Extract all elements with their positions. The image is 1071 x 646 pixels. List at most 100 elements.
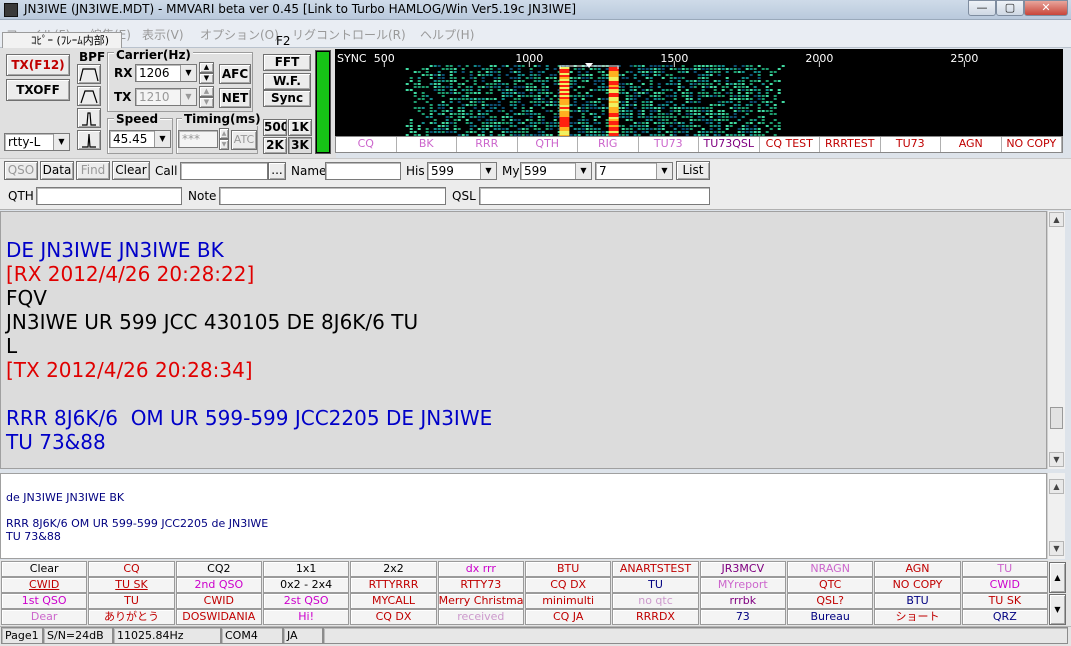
macro-button[interactable]: 73 (699, 609, 786, 625)
timing-down-button[interactable]: ▼ (219, 139, 229, 150)
macro-button[interactable]: CWID (175, 593, 262, 609)
macro-button[interactable]: CQ2 (175, 561, 262, 577)
rx-carrier-select[interactable]: 1206 ▼ (135, 64, 197, 82)
find-button[interactable]: Find (76, 161, 110, 180)
scroll-down-icon[interactable]: ▼ (1049, 541, 1064, 556)
menu-view[interactable]: 表示(V) (142, 26, 184, 43)
macro-page-down-icon[interactable]: ▼ (1049, 594, 1066, 625)
list-button[interactable]: List (676, 161, 710, 180)
macro-button[interactable]: ありがとう (88, 609, 175, 625)
quick-button-cq[interactable]: CQ (336, 137, 397, 152)
macro-button[interactable]: TU (612, 577, 699, 593)
macro-button[interactable]: ANARTSTEST (612, 561, 699, 577)
macro-button[interactable]: TU (961, 561, 1048, 577)
afc-button[interactable]: AFC (219, 64, 251, 84)
quick-button-rig[interactable]: RIG (578, 137, 639, 152)
qth-input[interactable] (36, 187, 182, 205)
minimize-button[interactable]: — (968, 0, 996, 16)
macro-button[interactable]: RRRDX (612, 609, 699, 625)
call-lookup-button[interactable]: ... (268, 162, 286, 180)
scroll-up-icon[interactable]: ▲ (1049, 212, 1064, 227)
menu-options[interactable]: オプション(O) (200, 26, 279, 43)
bandwidth-1k-button[interactable]: 1K (288, 119, 312, 136)
quick-button-bk[interactable]: BK (397, 137, 457, 152)
macro-button[interactable]: TU SK (88, 577, 175, 593)
timing-input[interactable]: *** (178, 130, 218, 148)
macro-button[interactable]: 2x2 (350, 561, 437, 577)
quick-button-rrrtest[interactable]: RRRTEST (820, 137, 881, 152)
data-button[interactable]: Data (40, 161, 74, 180)
macro-button[interactable]: QRZ (961, 609, 1048, 625)
tx-carrier-select[interactable]: 1210 ▼ (135, 88, 197, 106)
macro-button[interactable]: AGN (874, 561, 961, 577)
menu-help[interactable]: ヘルプ(H) (420, 26, 474, 43)
rx-text-window[interactable]: DE JN3IWE JN3IWE BK [RX 2012/4/26 20:28:2… (0, 211, 1047, 469)
mode-select[interactable]: rtty-L ▼ (4, 133, 70, 151)
macro-button[interactable]: RTTYRRR (350, 577, 437, 593)
macro-button[interactable]: TU (88, 593, 175, 609)
macro-button[interactable]: CQ JA (525, 609, 612, 625)
close-button[interactable]: ✕ (1024, 0, 1068, 16)
macro-button[interactable]: rrrbk (699, 593, 786, 609)
quick-button-rrr[interactable]: RRR (457, 137, 518, 152)
waterfall-display[interactable]: 500 1000 1500 2000 2500 SYNC (335, 49, 1063, 137)
note-input[interactable] (219, 187, 446, 205)
macro-button[interactable]: MYreport (699, 577, 786, 593)
qso-button[interactable]: QSO (4, 161, 38, 180)
macro-button[interactable]: Merry Christmas (437, 593, 524, 609)
quick-button-tu73qsl[interactable]: TU73QSL (699, 137, 760, 152)
quick-button-tu73[interactable]: TU73 (639, 137, 699, 152)
scroll-down-icon[interactable]: ▼ (1049, 452, 1064, 467)
quick-button-no-copy[interactable]: NO COPY (1002, 137, 1062, 152)
waterfall-button[interactable]: W.F. (263, 73, 311, 90)
macro-button[interactable]: 2nd QSO (175, 577, 262, 593)
macro-button[interactable]: RTTY73 (437, 577, 524, 593)
fft-button[interactable]: FFT (263, 54, 311, 71)
timing-up-button[interactable]: ▲ (219, 128, 229, 139)
macro-button[interactable]: CQ (88, 561, 175, 577)
bandwidth-3k-button[interactable]: 3K (288, 137, 312, 154)
macro-button[interactable]: 1st QSO (1, 593, 88, 609)
macro-button[interactable]: QTC (787, 577, 874, 593)
macro-button[interactable]: Clear (1, 561, 88, 577)
macro-button[interactable]: CQ DX (350, 609, 437, 625)
tx-text-window[interactable]: de JN3IWE JN3IWE BK RRR 8J6K/6 OM UR 599… (0, 473, 1047, 559)
quick-button-tu73[interactable]: TU73 (881, 137, 941, 152)
quick-button-cq-test[interactable]: CQ TEST (760, 137, 820, 152)
tx-up-button[interactable]: ▲ (199, 86, 214, 97)
bpf-wide-button[interactable] (77, 64, 101, 84)
macro-button[interactable]: Dear (1, 609, 88, 625)
sync-button[interactable]: Sync (263, 90, 311, 107)
bpf-very-narrow-button[interactable] (77, 130, 101, 150)
macro-button[interactable]: BTU (525, 561, 612, 577)
extra-select[interactable]: 7 ▼ (595, 162, 673, 180)
tx-scrollbar[interactable]: ▲ ▼ (1047, 473, 1065, 559)
menu-rig-control[interactable]: リグコントロール(R) (292, 26, 406, 43)
maximize-button[interactable]: ▢ (996, 0, 1024, 16)
macro-button[interactable]: no qtc (612, 593, 699, 609)
macro-button[interactable]: 1x1 (263, 561, 350, 577)
macro-button[interactable]: NRAGN (787, 561, 874, 577)
macro-button[interactable]: 0x2 - 2x4 (263, 577, 350, 593)
macro-button[interactable]: Bureau (787, 609, 874, 625)
macro-button[interactable]: JR3MCV (699, 561, 786, 577)
call-input[interactable] (180, 162, 268, 180)
macro-button[interactable]: dx rrr (437, 561, 524, 577)
tx-button[interactable]: TX(F12) (6, 54, 70, 76)
scroll-up-icon[interactable]: ▲ (1049, 479, 1064, 494)
macro-button[interactable]: MYCALL (350, 593, 437, 609)
quick-button-qth[interactable]: QTH (518, 137, 578, 152)
rx-up-button[interactable]: ▲ (199, 62, 214, 73)
quick-button-agn[interactable]: AGN (941, 137, 1002, 152)
macro-button[interactable]: TU SK (961, 593, 1048, 609)
rx-down-button[interactable]: ▼ (199, 73, 214, 84)
macro-button[interactable]: BTU (874, 593, 961, 609)
macro-button[interactable]: NO COPY (874, 577, 961, 593)
bpf-medium-button[interactable] (77, 86, 101, 106)
speed-select[interactable]: 45.45 ▼ (109, 130, 171, 148)
rx-scrollbar[interactable]: ▲ ▼ (1047, 211, 1065, 469)
macro-button[interactable]: CQ DX (525, 577, 612, 593)
macro-button[interactable]: DOSWIDANIA (175, 609, 262, 625)
qsl-input[interactable] (479, 187, 710, 205)
macro-button[interactable]: minimulti (525, 593, 612, 609)
